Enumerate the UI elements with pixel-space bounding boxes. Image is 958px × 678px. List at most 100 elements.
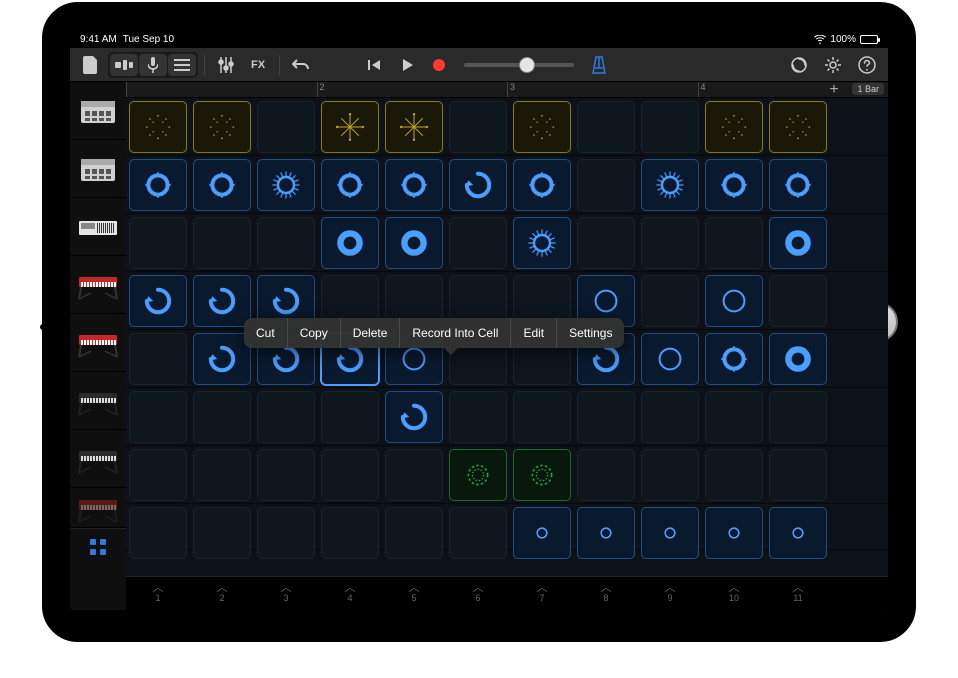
empty-cell[interactable] (577, 159, 635, 211)
loop-cell[interactable] (705, 333, 763, 385)
bar-length-label[interactable]: 1 Bar (852, 83, 884, 95)
empty-cell[interactable] (577, 217, 635, 269)
empty-cell[interactable] (705, 391, 763, 443)
help-button[interactable] (852, 52, 882, 78)
loop-cell[interactable] (641, 333, 699, 385)
context-menu-settings[interactable]: Settings (557, 318, 624, 348)
loop-cell[interactable] (129, 159, 187, 211)
empty-cell[interactable] (449, 507, 507, 559)
empty-cell[interactable] (129, 449, 187, 501)
empty-cell[interactable] (257, 507, 315, 559)
empty-cell[interactable] (577, 101, 635, 153)
empty-cell[interactable] (449, 101, 507, 153)
empty-cell[interactable] (577, 391, 635, 443)
loop-cell[interactable] (385, 101, 443, 153)
mic-button[interactable] (139, 54, 167, 76)
context-menu-edit[interactable]: Edit (511, 318, 557, 348)
column-trigger-6[interactable]: ︿6 (446, 577, 510, 610)
empty-cell[interactable] (129, 333, 187, 385)
loop-cell[interactable] (193, 101, 251, 153)
loop-cell[interactable] (129, 101, 187, 153)
empty-cell[interactable] (193, 391, 251, 443)
empty-cell[interactable] (129, 391, 187, 443)
column-trigger-8[interactable]: ︿8 (574, 577, 638, 610)
loop-cell[interactable] (513, 101, 571, 153)
volume-thumb[interactable] (519, 57, 535, 73)
empty-cell[interactable] (385, 507, 443, 559)
mixer-button[interactable] (211, 52, 241, 78)
loop-cell[interactable] (705, 275, 763, 327)
master-volume-slider[interactable] (464, 63, 574, 67)
loop-cell[interactable] (705, 159, 763, 211)
loop-cell[interactable] (513, 449, 571, 501)
track-header-keys-dark-2[interactable] (70, 430, 126, 488)
loop-cell[interactable] (641, 507, 699, 559)
loop-cell[interactable] (385, 217, 443, 269)
track-header-drum-machine-2[interactable] (70, 140, 126, 198)
column-trigger-3[interactable]: ︿3 (254, 577, 318, 610)
loop-cell[interactable] (513, 217, 571, 269)
column-trigger-2[interactable]: ︿2 (190, 577, 254, 610)
empty-cell[interactable] (577, 449, 635, 501)
loop-cell[interactable] (705, 101, 763, 153)
loop-cell[interactable] (513, 507, 571, 559)
empty-cell[interactable] (257, 101, 315, 153)
column-trigger-4[interactable]: ︿4 (318, 577, 382, 610)
empty-cell[interactable] (769, 391, 827, 443)
empty-cell[interactable] (193, 449, 251, 501)
loop-cell[interactable] (257, 159, 315, 211)
empty-cell[interactable] (193, 217, 251, 269)
my-songs-button[interactable] (76, 52, 106, 78)
empty-cell[interactable] (641, 449, 699, 501)
loop-cell[interactable] (769, 507, 827, 559)
column-trigger-7[interactable]: ︿7 (510, 577, 574, 610)
rewind-button[interactable] (360, 52, 390, 78)
empty-cell[interactable] (641, 275, 699, 327)
loop-cell[interactable] (769, 333, 827, 385)
empty-cell[interactable] (769, 275, 827, 327)
loop-cell[interactable] (769, 101, 827, 153)
add-column-button[interactable]: + (826, 82, 842, 98)
loop-cell[interactable] (193, 275, 251, 327)
loop-cell[interactable] (321, 217, 379, 269)
context-menu-cut[interactable]: Cut (244, 318, 288, 348)
empty-cell[interactable] (129, 507, 187, 559)
track-header-sampler[interactable] (70, 198, 126, 256)
context-menu-record-into-cell[interactable]: Record Into Cell (400, 318, 511, 348)
empty-cell[interactable] (129, 217, 187, 269)
empty-cell[interactable] (321, 449, 379, 501)
empty-cell[interactable] (257, 449, 315, 501)
loop-cell[interactable] (193, 333, 251, 385)
column-trigger-10[interactable]: ︿10 (702, 577, 766, 610)
column-trigger-11[interactable]: ︿11 (766, 577, 830, 610)
empty-cell[interactable] (641, 391, 699, 443)
loop-cell[interactable] (449, 449, 507, 501)
track-header-keys-red-1[interactable] (70, 256, 126, 314)
context-menu-copy[interactable]: Copy (288, 318, 341, 348)
empty-cell[interactable] (641, 217, 699, 269)
record-button[interactable] (424, 52, 454, 78)
empty-cell[interactable] (641, 101, 699, 153)
empty-cell[interactable] (321, 507, 379, 559)
empty-cell[interactable] (449, 217, 507, 269)
empty-cell[interactable] (705, 217, 763, 269)
empty-cell[interactable] (705, 449, 763, 501)
loop-cell[interactable] (129, 275, 187, 327)
column-trigger-1[interactable]: ︿1 (126, 577, 190, 610)
ruler[interactable]: 2 3 4 + 1 Bar (126, 82, 888, 98)
loop-cell[interactable] (577, 507, 635, 559)
loop-cell[interactable] (385, 391, 443, 443)
empty-cell[interactable] (513, 391, 571, 443)
fx-button[interactable]: FX (243, 52, 273, 78)
browser-view-button[interactable] (110, 54, 138, 76)
empty-cell[interactable] (257, 217, 315, 269)
loop-cell[interactable] (193, 159, 251, 211)
loop-cell[interactable] (705, 507, 763, 559)
loop-cell[interactable] (513, 159, 571, 211)
loop-cell[interactable] (385, 159, 443, 211)
loop-browser-button[interactable] (784, 52, 814, 78)
empty-cell[interactable] (449, 391, 507, 443)
empty-cell[interactable] (769, 449, 827, 501)
context-menu-delete[interactable]: Delete (341, 318, 401, 348)
tracks-view-button[interactable] (168, 54, 196, 76)
